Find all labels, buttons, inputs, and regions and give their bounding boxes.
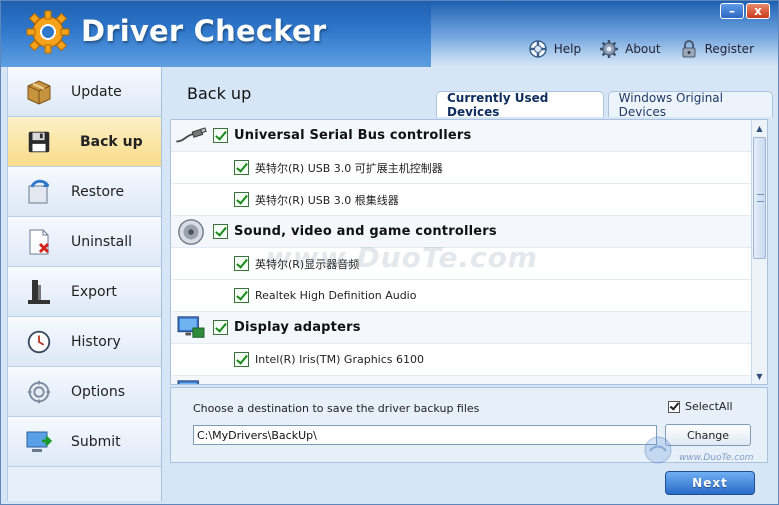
about-link[interactable]: About (599, 39, 661, 59)
page-title: Back up (187, 84, 252, 103)
scroll-thumb[interactable] (753, 137, 766, 259)
tab-windows-original-devices[interactable]: Windows Original Devices (607, 91, 773, 119)
sidebar-item-label: Export (71, 283, 117, 300)
device-label: 英特尔(R) USB 3.0 可扩展主机控制器 (255, 161, 443, 175)
about-label: About (625, 42, 661, 56)
header-links: Help About Register (528, 39, 754, 59)
uninstall-icon (24, 227, 54, 257)
device-group-row[interactable]: Universal Serial Bus controllers (171, 120, 752, 152)
lock-icon (682, 40, 696, 58)
sidebar-item-label: Submit (71, 433, 121, 450)
window-controls: – x (720, 3, 770, 19)
monitor-icon (173, 376, 209, 384)
grip-icon (757, 194, 764, 202)
sidebar-nav: Update Back up Restore Uninstall Export (7, 67, 162, 501)
options-icon (24, 377, 54, 407)
sidebar-item-label: History (71, 333, 121, 350)
sidebar-item-submit[interactable]: Submit (8, 417, 161, 467)
sidebar-item-uninstall[interactable]: Uninstall (8, 217, 161, 267)
main-panel: Back up Currently Used Devices Windows O… (168, 73, 773, 463)
device-row[interactable]: 英特尔(R) USB 3.0 根集线器 (171, 184, 752, 216)
device-row[interactable]: Realtek High Definition Audio (171, 280, 752, 312)
destination-panel: Choose a destination to save the driver … (170, 387, 768, 463)
device-list-scrollbar[interactable]: ▲ ▼ (751, 120, 767, 384)
change-button[interactable]: Change (665, 424, 751, 446)
sidebar-item-options[interactable]: Options (8, 367, 161, 417)
tab-currently-used-devices[interactable]: Currently Used Devices (436, 91, 604, 119)
close-button[interactable]: x (746, 3, 770, 19)
group-checkbox[interactable] (213, 320, 228, 335)
device-row[interactable]: 英特尔(R)显示器音频 (171, 248, 752, 280)
register-label: Register (704, 42, 754, 56)
sidebar-item-label: Restore (71, 183, 125, 200)
select-all-checkbox[interactable] (668, 400, 680, 413)
register-link[interactable]: Register (679, 39, 754, 59)
device-group-row[interactable]: Sound, video and game controllers (171, 216, 752, 248)
app-title: Driver Checker (81, 14, 327, 48)
device-row[interactable]: Intel(R) Iris(TM) Graphics 6100 (171, 344, 752, 376)
speaker-icon (173, 216, 209, 248)
sidebar-item-history[interactable]: History (8, 317, 161, 367)
device-row[interactable]: 英特尔(R) USB 3.0 可扩展主机控制器 (171, 152, 752, 184)
group-checkbox[interactable] (213, 128, 228, 143)
group-checkbox[interactable] (213, 224, 228, 239)
group-checkbox[interactable] (213, 384, 228, 385)
restore-icon (24, 177, 54, 207)
device-group-label: Display adapters (234, 320, 361, 335)
sidebar-item-update[interactable]: Update (8, 67, 161, 117)
title-bar: Driver Checker – x Help About Register (1, 1, 778, 67)
device-checkbox[interactable] (234, 288, 249, 303)
next-button[interactable]: Next (665, 471, 755, 495)
sidebar-item-restore[interactable]: Restore (8, 167, 161, 217)
usb-cable-icon (173, 120, 209, 152)
destination-path-input[interactable] (193, 425, 657, 445)
submit-icon (24, 427, 54, 457)
device-tabs: Currently Used Devices Windows Original … (436, 91, 773, 119)
device-checkbox[interactable] (234, 256, 249, 271)
device-label: Realtek High Definition Audio (255, 289, 417, 302)
sidebar-item-export[interactable]: Export (8, 267, 161, 317)
export-icon (24, 277, 54, 307)
clock-icon (24, 327, 54, 357)
device-group-label: Sound, video and game controllers (234, 224, 497, 239)
device-group-row-partial[interactable] (171, 376, 752, 385)
device-checkbox[interactable] (234, 352, 249, 367)
app-window: Driver Checker – x Help About Register U… (0, 0, 779, 505)
sidebar-item-back-up[interactable]: Back up (8, 117, 161, 167)
device-group-label: Universal Serial Bus controllers (234, 128, 472, 143)
device-list: Universal Serial Bus controllers 英特尔(R) … (170, 119, 768, 385)
select-all-label: SelectAll (685, 400, 733, 413)
device-checkbox[interactable] (234, 192, 249, 207)
minimize-button[interactable]: – (720, 3, 744, 19)
device-group-row[interactable]: Display adapters (171, 312, 752, 344)
gear-icon (600, 40, 619, 58)
floppy-icon (24, 127, 54, 157)
device-label: Intel(R) Iris(TM) Graphics 6100 (255, 353, 424, 366)
sidebar-item-label: Update (71, 83, 122, 100)
box-icon (24, 77, 54, 107)
app-logo-gear-icon (26, 10, 70, 54)
help-label: Help (553, 42, 582, 56)
lifebuoy-icon (529, 40, 547, 58)
device-label: 英特尔(R) USB 3.0 根集线器 (255, 193, 399, 207)
destination-label: Choose a destination to save the driver … (193, 402, 480, 415)
scroll-up-icon[interactable]: ▲ (752, 120, 767, 136)
device-label: 英特尔(R)显示器音频 (255, 257, 360, 271)
help-link[interactable]: Help (528, 39, 581, 59)
scroll-down-icon[interactable]: ▼ (752, 368, 767, 384)
sidebar-item-label: Options (71, 383, 126, 400)
device-checkbox[interactable] (234, 160, 249, 175)
device-rows: Universal Serial Bus controllers 英特尔(R) … (171, 120, 752, 385)
sidebar-item-label: Back up (80, 133, 143, 150)
monitor-icon (173, 312, 209, 344)
select-all-toggle[interactable]: SelectAll (668, 400, 733, 413)
sidebar-item-label: Uninstall (71, 233, 133, 250)
